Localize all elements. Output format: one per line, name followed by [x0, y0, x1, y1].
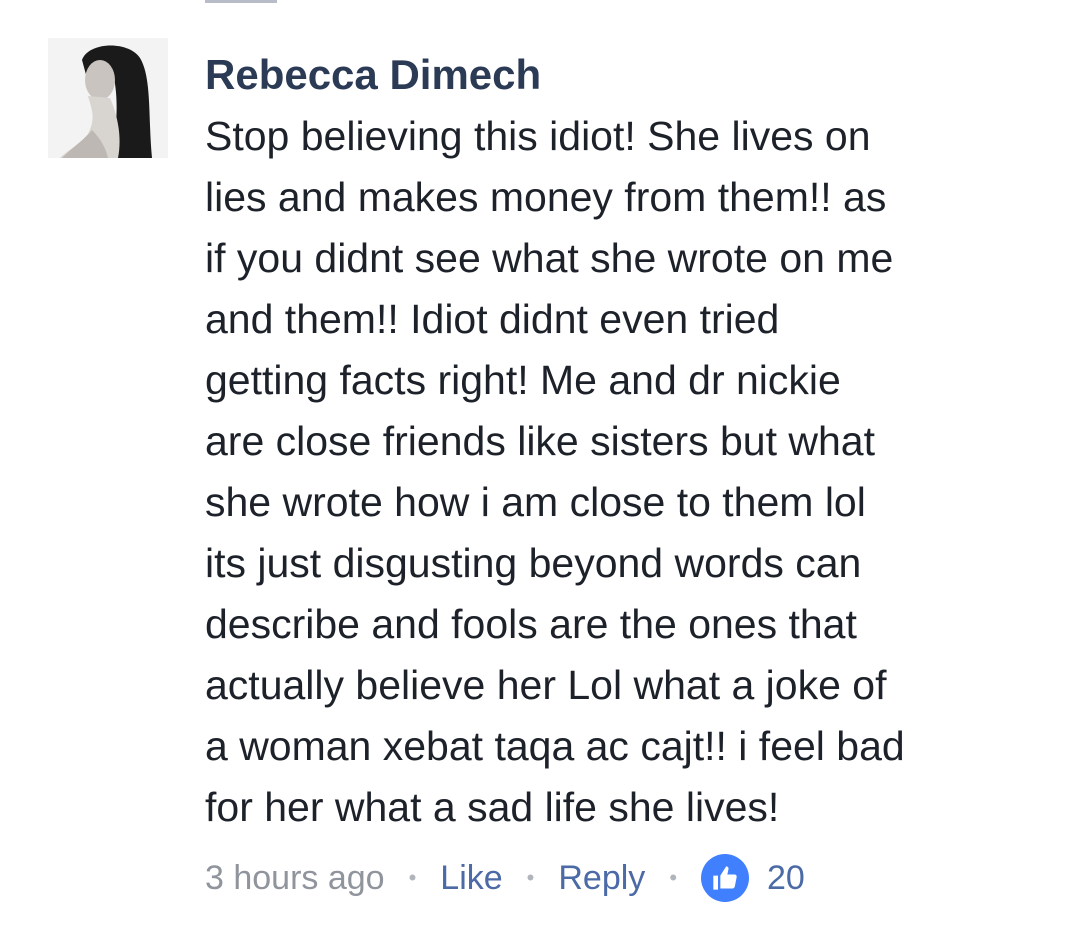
comment: Rebecca Dimech Stop believing this idiot… — [205, 50, 1055, 838]
separator-dot: • — [408, 865, 417, 890]
profile-photo — [48, 38, 168, 158]
comment-author[interactable]: Rebecca Dimech — [205, 50, 1055, 100]
avatar[interactable] — [48, 38, 168, 158]
reaction-count[interactable]: 20 — [767, 852, 805, 904]
thumbs-up-icon[interactable] — [701, 854, 750, 902]
separator-dot: • — [669, 865, 678, 890]
comment-text: Stop believing this idiot! She lives on … — [205, 113, 905, 830]
comment-actions: 3 hours ago • Like • Reply • 20 — [205, 852, 805, 904]
previous-comment-edge — [205, 0, 277, 3]
like-button[interactable]: Like — [440, 852, 502, 904]
comment-timestamp[interactable]: 3 hours ago — [205, 852, 385, 904]
separator-dot: • — [526, 865, 535, 890]
reply-button[interactable]: Reply — [558, 852, 645, 904]
